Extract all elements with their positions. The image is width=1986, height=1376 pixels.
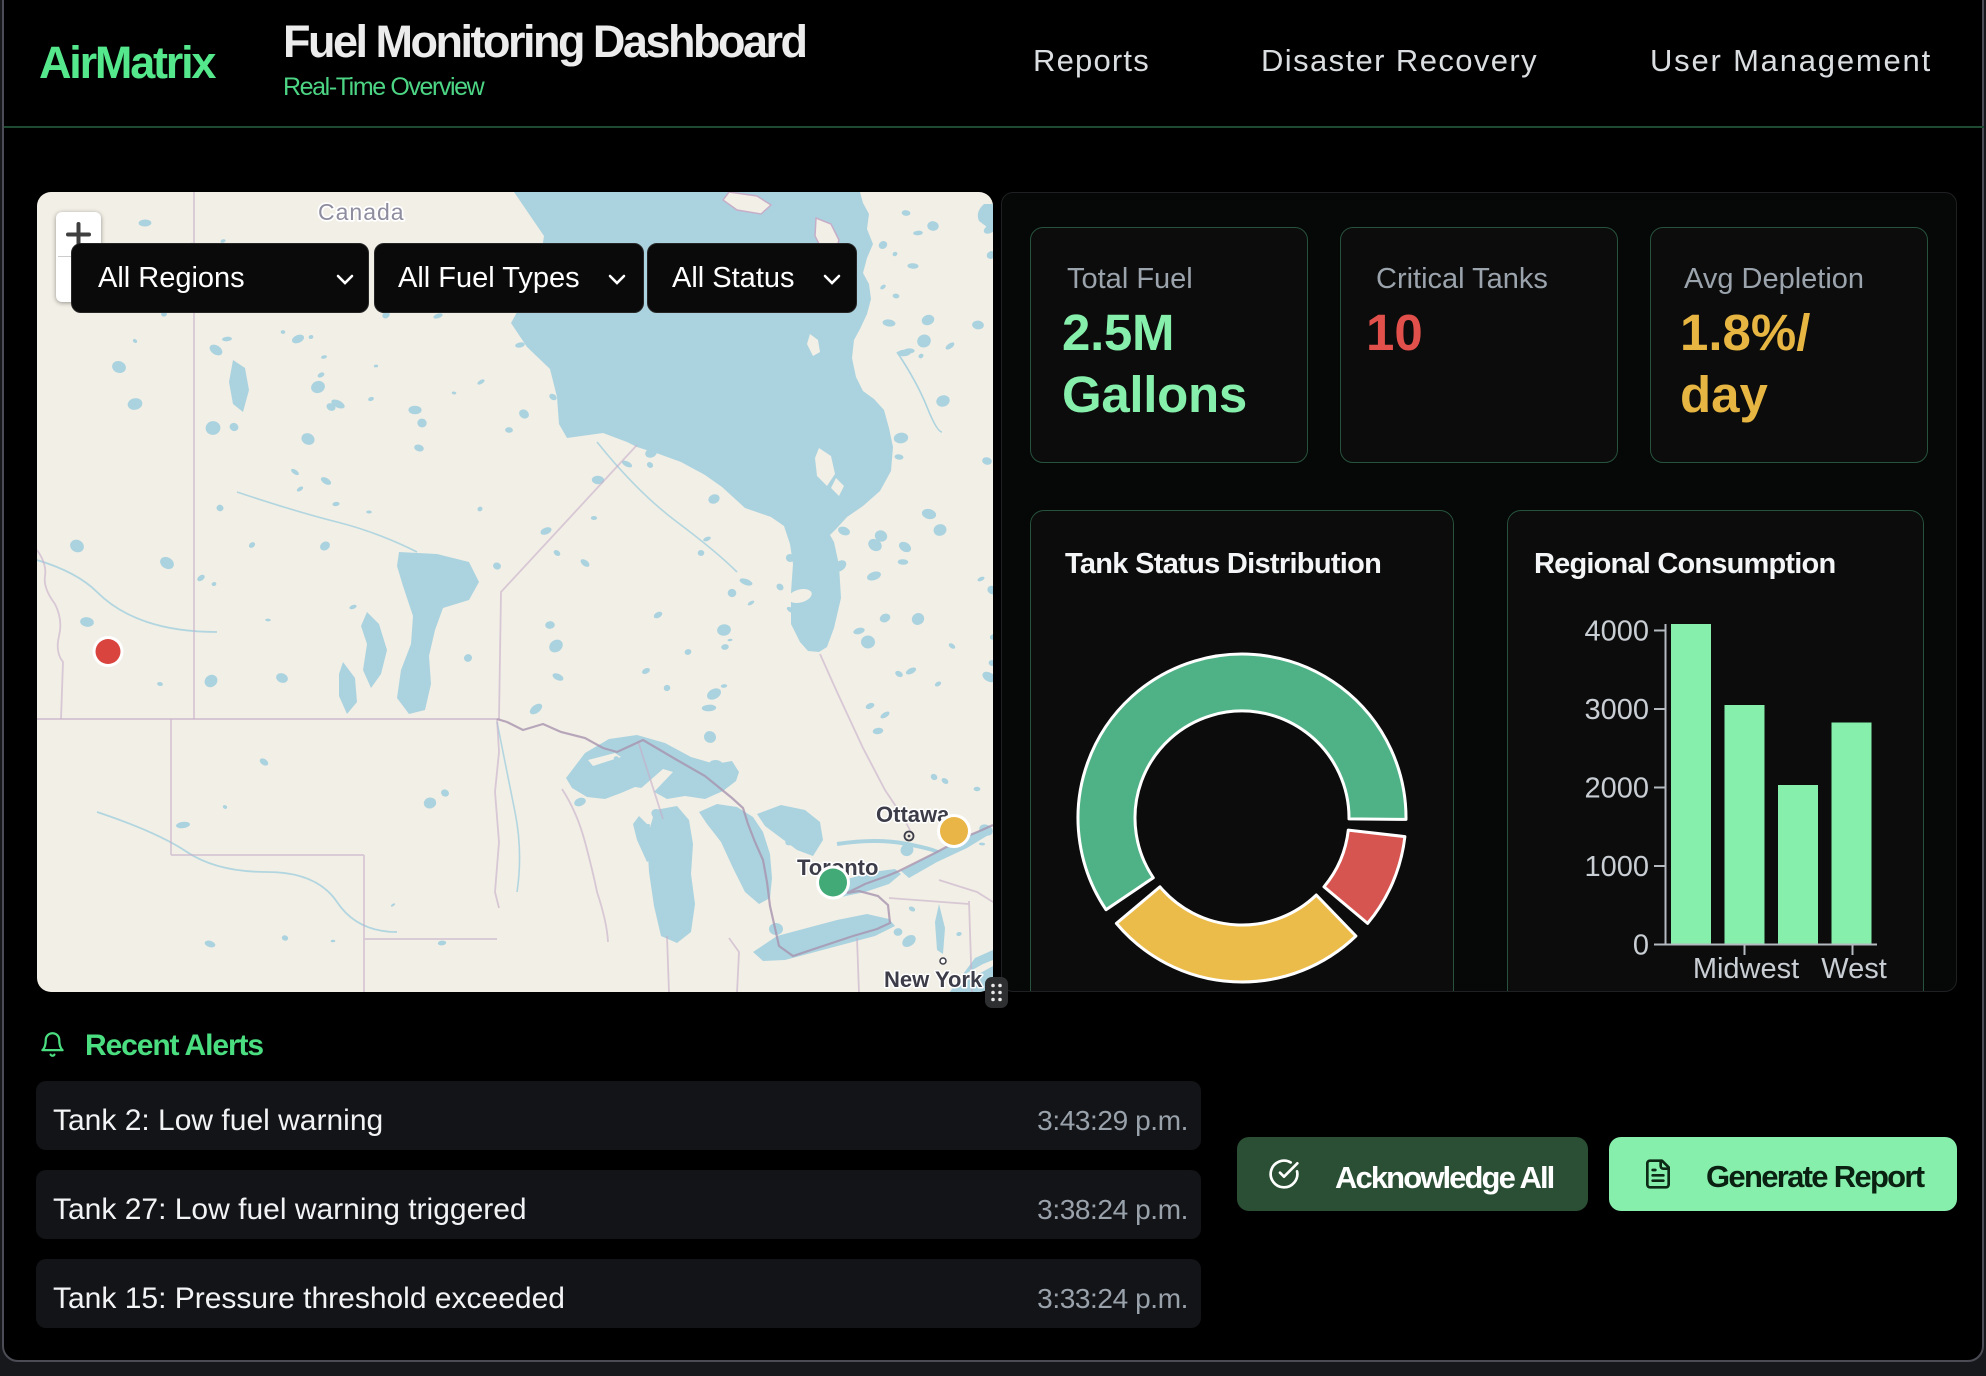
svg-text:2000: 2000: [1584, 773, 1649, 805]
svg-text:3000: 3000: [1584, 694, 1649, 726]
svg-text:Midwest: Midwest: [1693, 953, 1799, 985]
svg-text:0: 0: [1633, 930, 1649, 962]
svg-text:1000: 1000: [1584, 851, 1649, 883]
svg-text:4000: 4000: [1584, 616, 1649, 648]
svg-text:West: West: [1821, 953, 1887, 985]
